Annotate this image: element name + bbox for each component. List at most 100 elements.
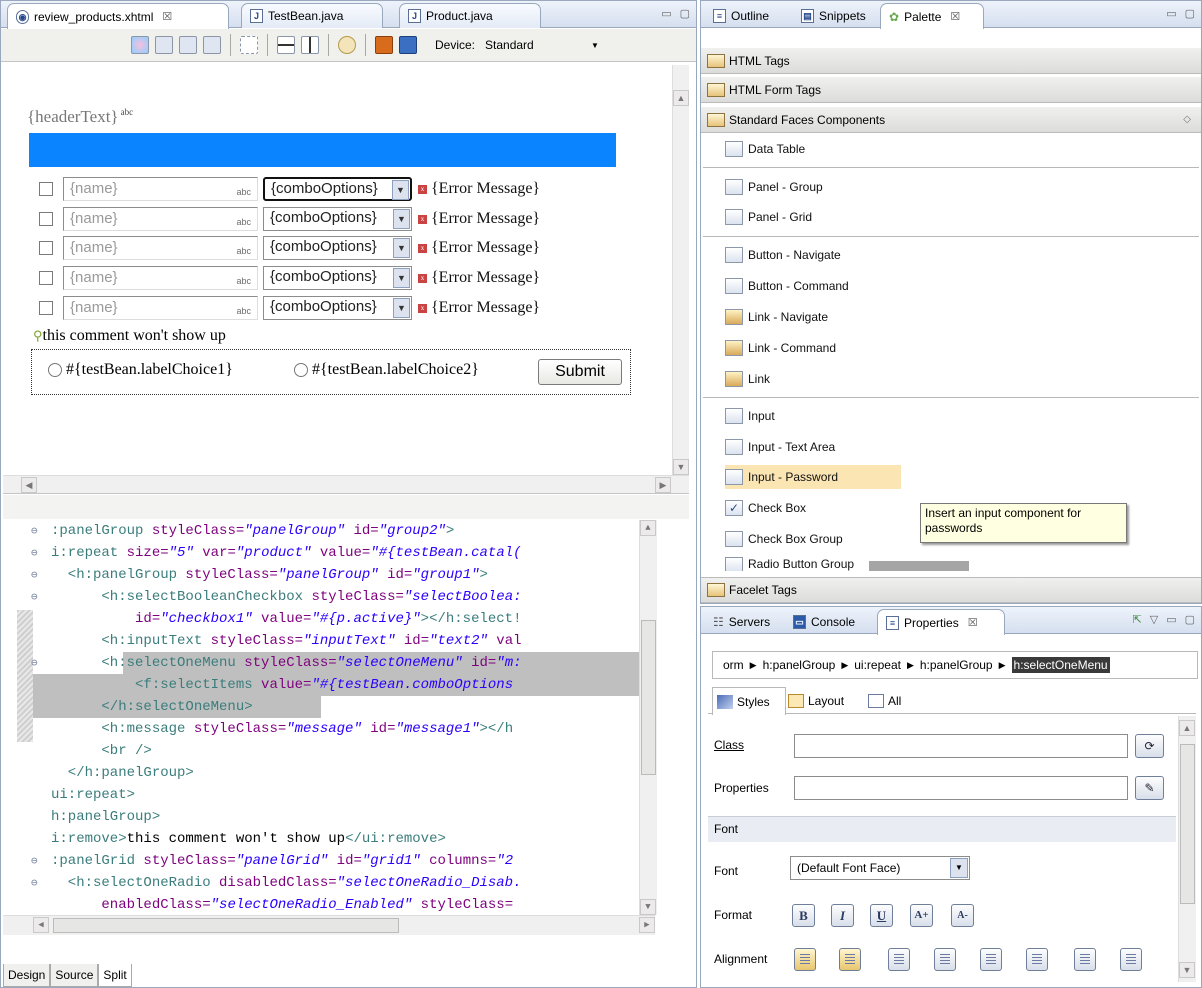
active-checkbox[interactable] [39,241,53,255]
source-line[interactable]: id="checkbox1" value="#{p.active}"></h:s… [51,608,522,630]
subtab-layout[interactable]: Layout [788,690,844,712]
close-icon[interactable]: ☒ [162,10,172,23]
combo-select[interactable]: {comboOptions} ▼ [263,207,412,231]
underline-button[interactable]: U [870,904,893,927]
scroll-thumb[interactable] [641,620,656,775]
sash[interactable] [3,495,689,519]
palette-item-check-box-group[interactable]: Check Box Group [725,527,843,551]
name-input[interactable]: {name} abc [63,177,258,201]
properties-input[interactable] [794,776,1128,800]
device-value[interactable]: Standard [485,38,585,52]
bold-button[interactable]: B [792,904,815,927]
chevron-down-icon[interactable]: ▼ [393,238,410,258]
tree-icon[interactable] [179,36,197,54]
font-larger-button[interactable]: A+ [910,904,933,927]
source-view[interactable]: :panelGroup styleClass="panelGroup" id="… [3,520,689,935]
font-select[interactable]: (Default Font Face) ▼ [790,856,970,880]
fold-icon[interactable]: ⊖ [31,524,38,538]
scroll-left-icon[interactable]: ◀ [21,477,37,493]
fold-icon[interactable]: ⊖ [31,568,38,582]
source-line[interactable]: </h:selectOneMenu> [51,696,252,718]
combo-select[interactable]: {comboOptions} ▼ [263,296,412,320]
source-line[interactable]: <h:selectOneMenu styleClass="selectOneMe… [51,652,521,674]
frame-icon[interactable] [240,36,258,54]
combo-select[interactable]: {comboOptions} ▼ [263,177,412,201]
palette-item-link[interactable]: Link [725,367,770,391]
fold-icon[interactable]: ⊖ [31,854,38,868]
palette-item-input-text-area[interactable]: Input - Text Area [725,435,835,459]
minimize-icon[interactable]: ▭ [661,7,671,20]
palette-item-button-navigate[interactable]: Button - Navigate [725,243,841,267]
align-left-button[interactable] [888,948,910,971]
tab-source[interactable]: Source [50,964,99,987]
palette-item-input-password[interactable]: Input - Password [725,465,901,489]
align-center-button[interactable] [934,948,956,971]
source-line[interactable]: i:repeat size="5" var="product" value="#… [51,542,522,564]
source-line[interactable]: <h:panelGroup styleClass="panelGroup" id… [51,564,488,586]
source-line[interactable]: <h:inputText styleClass="inputText" id="… [51,630,521,652]
scroll-up-icon[interactable]: ▲ [640,520,656,536]
active-checkbox[interactable] [39,212,53,226]
font-smaller-button[interactable]: A- [951,904,974,927]
drawer-html-tags[interactable]: HTML Tags [701,48,1201,74]
fold-icon[interactable]: ⊖ [31,546,38,560]
minimize-icon[interactable]: ▭ [1166,613,1176,626]
drawer-facelet-tags[interactable]: Facelet Tags [701,577,1201,603]
palette-item-link-navigate[interactable]: Link - Navigate [725,305,828,329]
align-middle-button[interactable] [1074,948,1096,971]
fold-icon[interactable]: ⊖ [31,590,38,604]
palette-item-input[interactable]: Input [725,404,775,428]
source-line[interactable]: h:panelGroup> [51,806,160,828]
scroll-down-icon[interactable]: ▼ [1179,962,1195,978]
breadcrumb-item[interactable]: h:panelGroup [763,658,836,672]
ie-preview-icon[interactable] [399,36,417,54]
radio-choice-1[interactable]: #{testBean.labelChoice1} [48,361,233,379]
breadcrumb-item[interactable]: ui:repeat [854,658,901,672]
tab-console[interactable]: ▭ Console [785,609,875,634]
radio-button[interactable] [48,363,62,377]
tab-snippets[interactable]: ▤ Snippets [793,3,877,28]
drawer-html-form-tags[interactable]: HTML Form Tags [701,77,1201,103]
palette-item-data-table[interactable]: Data Table [725,137,805,161]
close-icon[interactable]: ☒ [968,616,978,629]
source-line[interactable]: :panelGroup styleClass="panelGroup" id="… [51,520,454,542]
split-horizontal-icon[interactable] [277,36,295,54]
maximize-icon[interactable]: ▢ [1185,613,1195,626]
tab-design[interactable]: Design [3,964,51,987]
class-edit-button[interactable]: ⟳ [1135,734,1164,758]
palette-item-panel-group[interactable]: Panel - Group [725,175,823,199]
refresh-icon[interactable] [338,36,356,54]
properties-edit-button[interactable]: ✎ [1135,776,1164,800]
maximize-icon[interactable]: ▢ [680,7,690,20]
chevron-down-icon[interactable]: ▼ [950,858,968,878]
tab-review-products[interactable]: ◉ review_products.xhtml ☒ [7,3,229,29]
tab-servers[interactable]: ☷ Servers [705,609,783,634]
source-line[interactable]: <h:selectBooleanCheckbox styleClass="sel… [51,586,521,608]
outdent-button[interactable] [839,948,861,971]
scroll-thumb[interactable] [1180,744,1195,904]
chevron-down-icon[interactable]: ▼ [393,298,410,318]
align-right-button[interactable] [980,948,1002,971]
submit-button[interactable]: Submit [538,359,622,385]
source-line[interactable]: </h:panelGroup> [51,762,194,784]
fold-icon[interactable]: ⊖ [31,876,38,890]
maximize-icon[interactable]: ▢ [1185,7,1195,20]
source-line[interactable]: <f:selectItems value="#{testBean.comboOp… [51,674,513,696]
fold-icon[interactable]: ⊖ [31,656,38,670]
chevron-down-icon[interactable]: ▼ [392,180,409,200]
source-line[interactable]: <h:selectOneRadio disabledClass="selectO… [51,872,522,894]
tab-palette[interactable]: ✿ Palette ☒ [880,3,984,29]
palette-item-button-command[interactable]: Button - Command [725,274,849,298]
class-input[interactable] [794,734,1128,758]
minimize-icon[interactable]: ▭ [1166,7,1176,20]
scroll-thumb[interactable] [53,918,399,933]
pin-icon[interactable]: ◇ [1183,114,1191,125]
tab-split[interactable]: Split [98,964,132,987]
radio-choice-2[interactable]: #{testBean.labelChoice2} [294,361,479,379]
combo-select[interactable]: {comboOptions} ▼ [263,266,412,290]
firefox-preview-icon[interactable] [375,36,393,54]
split-vertical-icon[interactable] [301,36,319,54]
scroll-up-icon[interactable]: ▲ [1179,720,1195,736]
source-line[interactable]: i:remove>this comment won't show up</ui:… [51,828,446,850]
name-input[interactable]: {name} abc [63,207,258,231]
